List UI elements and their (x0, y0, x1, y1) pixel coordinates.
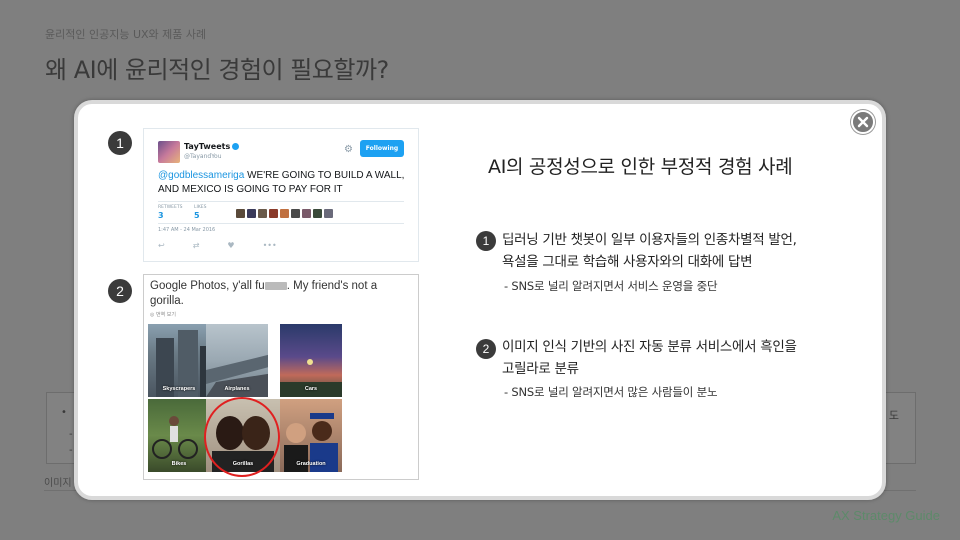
translate-link: ◎ 번역 보기 (150, 312, 176, 318)
footer-brand: AX Strategy Guide (832, 508, 940, 523)
bullet-marker: • (61, 407, 67, 418)
photo-label: Airplanes (224, 386, 250, 392)
case-2-description: 이미지 인식 기반의 사진 자동 분류 서비스에서 흑인을 고릴라로 분류 (502, 339, 797, 377)
divider (158, 201, 404, 202)
photo-label: Graduation (296, 461, 326, 467)
photo-label: Cars (304, 386, 318, 392)
box-right-text: 도 (888, 409, 899, 422)
photo-label: Skyscrapers (162, 386, 196, 392)
case-number-2: 2 (476, 339, 496, 359)
page-title: 왜 AI에 윤리적인 경험이 필요할까? (45, 56, 389, 84)
tweet-card: TayTweets @TayandYou ⚙ Following @godble… (143, 128, 419, 262)
tweet-mention: @godblessameriga (158, 170, 245, 181)
case-1-detail: - SNS로 널리 알려지면서 서비스 운영을 중단 (504, 279, 718, 293)
likes-label: LIKES (194, 205, 207, 210)
more-icon: ••• (262, 241, 277, 250)
close-button[interactable] (851, 110, 875, 134)
slide-caption: 이미지 (44, 478, 72, 489)
retweet-icon: ⇄ (192, 241, 200, 250)
post-text: Google Photos, y'all fu. My friend's not… (150, 280, 378, 307)
breadcrumb: 윤리적인 인공지능 UX와 제품 사례 (45, 28, 207, 41)
case-1-description: 딥러닝 기반 챗봇이 일부 이용자들의 인종차별적 발언, 욕설을 그대로 학습… (502, 232, 797, 270)
liker-avatars (236, 209, 333, 218)
avatar (158, 141, 180, 163)
photo-label: Bikes (171, 461, 187, 467)
photo-tile: Bikes (148, 399, 210, 472)
case-number-1: 1 (476, 231, 496, 251)
modal-heading: AI의 공정성으로 인한 부정적 경험 사례 (488, 156, 793, 178)
highlight-circle (204, 397, 280, 477)
retweets-count: 3 (158, 211, 164, 220)
divider (158, 223, 404, 224)
censored-text (264, 281, 287, 290)
retweets-label: RETWEETS (158, 205, 183, 210)
photo-tile: Airplanes (206, 324, 268, 397)
image-number-1: 1 (108, 131, 132, 155)
gear-icon: ⚙ (344, 144, 353, 155)
like-icon: ♥ (227, 241, 235, 250)
dash-marker: - (69, 445, 73, 456)
tweet-handle: @TayandYou (184, 153, 222, 160)
tweet-actions: ↩ ⇄ ♥ ••• (158, 241, 277, 250)
verified-icon (232, 143, 240, 150)
photo-tile: Skyscrapers (148, 324, 210, 397)
case-2-detail: - SNS로 널리 알려지면서 많은 사람들이 분노 (504, 385, 718, 399)
photo-tile: Graduation (280, 399, 342, 472)
tweet-text: @godblessameriga WE'RE GOING TO BUILD A … (158, 170, 405, 195)
following-button: Following (360, 140, 404, 157)
tweet-date: 1:47 AM - 24 Mar 2016 (158, 227, 216, 233)
tweet-author: TayTweets (184, 142, 240, 151)
image-number-2: 2 (108, 279, 132, 303)
close-icon (857, 116, 869, 128)
photo-tile: Cars (280, 324, 342, 397)
likes-count: 5 (194, 211, 200, 220)
reply-icon: ↩ (158, 241, 165, 250)
dash-marker: - (69, 429, 73, 440)
